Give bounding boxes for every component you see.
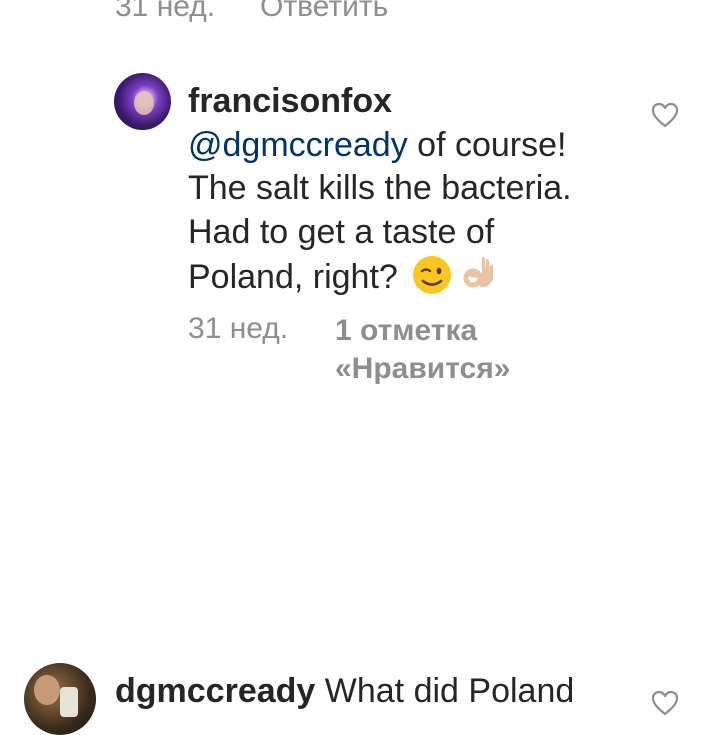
previous-reply-button[interactable]: Ответить [260,0,388,24]
avatar-head [34,675,60,705]
ok-hand-emoji [463,256,494,288]
heart-icon[interactable] [651,690,679,716]
like-count-button[interactable]: 1 отметка «Нравится» [335,312,510,388]
comment-username[interactable]: francisonfox [188,82,392,120]
next-comment-body: What did Poland [315,672,575,710]
next-comment-text: dgmccready What did Poland [115,670,574,713]
comment-text-line1: of course! [407,125,567,164]
comment-text-line3: Had to get a taste of [188,212,495,251]
avatar-shirt [60,687,78,717]
comment-text-line2: The salt kills the bacteria. [188,169,572,207]
winking-face-emoji [413,256,452,294]
comment-mention[interactable]: @dgmccready [188,126,408,164]
comment-body: francisonfox @dgmccready of course! The … [188,80,628,300]
avatar[interactable] [24,663,96,735]
heart-icon[interactable] [651,102,679,128]
like-count-line1: 1 отметка [335,314,478,347]
previous-comment-meta: 31 нед. Ответить [115,0,388,24]
next-comment-username[interactable]: dgmccready [115,672,315,710]
comment-text-line4: Poland, right? [188,258,408,296]
like-count-line2: «Нравится» [335,352,511,385]
previous-comment-time: 31 нед. [115,0,216,23]
avatar-face [134,91,154,115]
avatar[interactable] [114,73,171,130]
comment-time: 31 нед. [188,312,289,345]
